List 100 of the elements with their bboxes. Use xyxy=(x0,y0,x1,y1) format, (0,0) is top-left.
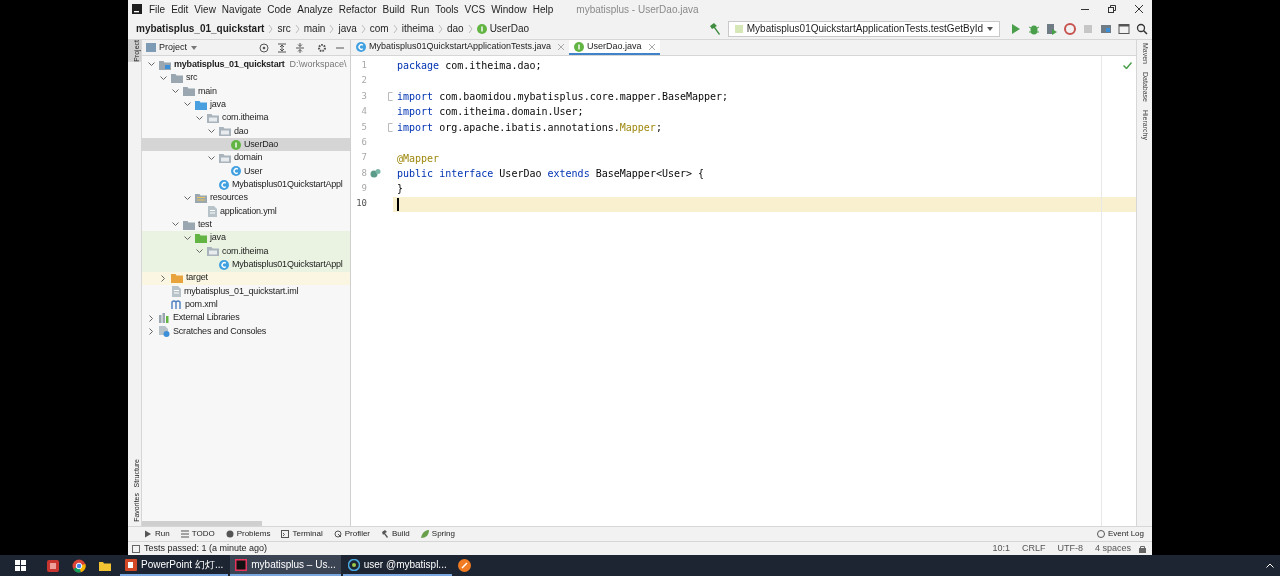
tool-window-button[interactable]: Problems xyxy=(225,528,271,540)
tree-item[interactable]: Mybatisplus01QuickstartAppl xyxy=(142,178,350,192)
breadcrumb[interactable]: java xyxy=(338,21,357,36)
class-icon xyxy=(356,41,366,52)
breadcrumb[interactable]: dao xyxy=(446,21,464,36)
todo-icon xyxy=(180,530,189,538)
menu-item[interactable]: View xyxy=(191,1,219,17)
tree-item[interactable]: java xyxy=(142,98,350,112)
chevron-icon xyxy=(268,24,274,33)
tool-window-button[interactable]: Run xyxy=(144,528,170,540)
event-log-button[interactable]: Event Log xyxy=(1096,528,1144,540)
tree-item[interactable]: Mybatisplus01QuickstartAppl xyxy=(142,258,350,272)
menu-item[interactable]: File xyxy=(146,1,169,17)
status-item[interactable]: CRLF xyxy=(1021,541,1046,556)
taskbar-button[interactable]: user @mybatispl... xyxy=(342,555,452,576)
taskbar-button[interactable]: PowerPoint 幻灯... xyxy=(120,555,229,576)
menu-item[interactable]: Help xyxy=(529,1,557,17)
tree-item[interactable]: pom.xml xyxy=(142,298,350,312)
tool-window-button[interactable]: Spring xyxy=(420,528,455,540)
tree-item[interactable]: com.itheima xyxy=(142,111,350,125)
menu-item[interactable]: Run xyxy=(407,1,433,17)
search-icon xyxy=(1136,22,1148,35)
breadcrumb[interactable]: src xyxy=(277,21,291,36)
breadcrumb[interactable]: mybatisplus_01_quickstart xyxy=(136,21,265,36)
tree-item[interactable]: java xyxy=(142,231,350,245)
expand-all-button[interactable] xyxy=(276,41,288,54)
chevron-icon xyxy=(160,274,166,282)
breadcrumb[interactable]: UserDao xyxy=(476,21,530,36)
taskbar-button[interactable]: mybatisplus – Us... xyxy=(230,555,341,576)
tree-item[interactable]: main xyxy=(142,84,350,99)
tree-item[interactable]: domain xyxy=(142,151,350,165)
breadcrumb[interactable]: com xyxy=(369,21,389,36)
status-item[interactable]: 4 spaces xyxy=(1094,541,1131,556)
tree-item[interactable]: External Libraries xyxy=(142,311,350,325)
scrollbar[interactable] xyxy=(142,520,262,526)
chevron-icon xyxy=(329,24,335,33)
line-number: 1 xyxy=(360,58,367,72)
tree-item[interactable]: src xyxy=(142,71,350,85)
tool-window-button[interactable]: Terminal xyxy=(281,528,323,540)
folder-icon xyxy=(183,86,195,97)
module-icon xyxy=(159,59,171,70)
tool-window-button[interactable]: TODO xyxy=(180,528,215,540)
menu-item[interactable]: Refactor xyxy=(335,1,380,17)
caret-icon xyxy=(1266,563,1274,568)
browser-icon xyxy=(72,558,86,573)
status-item[interactable]: UTF-8 xyxy=(1057,541,1083,556)
breadcrumb[interactable]: main xyxy=(303,21,326,36)
tool-window-button[interactable]: Build xyxy=(381,528,410,540)
menu-item[interactable]: Edit xyxy=(168,1,192,17)
breadcrumb[interactable]: itheima xyxy=(401,21,434,36)
editor-tab[interactable]: Mybatisplus01QuickstartApplicationTests.java xyxy=(351,40,570,55)
tree-item[interactable]: Scratches and Consoles xyxy=(142,324,350,339)
package-icon xyxy=(219,153,231,164)
collapse-all-button[interactable] xyxy=(294,41,306,54)
tree-item[interactable]: mybatisplus_01_quickstart D:\workspace\ xyxy=(142,58,350,72)
status-item[interactable]: 10:1 xyxy=(992,541,1010,556)
menu-item[interactable]: VCS xyxy=(461,1,489,17)
chevron-icon xyxy=(183,195,191,201)
status-message: Tests passed: 1 (a minute ago) xyxy=(144,541,268,555)
windows-icon xyxy=(14,560,26,571)
menu-item[interactable]: Tools xyxy=(432,1,462,17)
class-icon xyxy=(219,259,229,270)
line-number: 7 xyxy=(360,151,367,165)
tree-item[interactable]: test xyxy=(142,218,350,232)
tree-item[interactable]: UserDao xyxy=(142,138,350,152)
project-view-dropdown[interactable]: Project xyxy=(159,40,197,55)
line-number: 3 xyxy=(360,89,367,103)
profiler-icon xyxy=(1064,22,1076,35)
code-line: } xyxy=(397,182,404,197)
class-icon xyxy=(231,166,241,177)
tool-window-button[interactable]: Profiler xyxy=(333,528,371,540)
class-icon xyxy=(219,179,229,190)
editor-tab[interactable]: UserDao.java xyxy=(569,40,660,55)
tree-item[interactable]: resources xyxy=(142,191,350,205)
locate-button[interactable] xyxy=(258,41,270,54)
run-icon xyxy=(144,530,152,538)
menu-item[interactable]: Code xyxy=(264,1,295,17)
menu-item[interactable]: Build xyxy=(379,1,408,17)
code-line: @Mapper xyxy=(397,151,440,166)
check-icon xyxy=(1123,62,1132,69)
tree-item[interactable]: application.yml xyxy=(142,204,350,219)
package-icon xyxy=(207,113,219,124)
run-configuration-dropdown[interactable]: Mybatisplus01QuickstartApplicationTests.testGetById xyxy=(727,20,1000,37)
database-icon xyxy=(347,558,360,571)
text-caret xyxy=(397,197,399,211)
caret-icon xyxy=(987,26,993,31)
profiler-button[interactable] xyxy=(1062,20,1078,37)
settings-button[interactable] xyxy=(316,41,328,54)
tree-item[interactable]: dao xyxy=(142,124,350,139)
interface-icon xyxy=(574,41,585,52)
line-number: 6 xyxy=(360,135,367,149)
menu-item[interactable]: Window xyxy=(488,1,530,17)
menu-item[interactable]: Analyze xyxy=(294,1,336,17)
tree-item[interactable]: User xyxy=(142,164,350,179)
tree-item[interactable]: mybatisplus_01_quickstart.iml xyxy=(142,284,350,299)
menu-item[interactable]: Navigate xyxy=(218,1,265,17)
settings-icon xyxy=(317,42,327,53)
chevron-icon xyxy=(467,24,473,33)
app-icon xyxy=(458,559,472,572)
window-title: mybatisplus - UserDao.java xyxy=(576,2,699,17)
